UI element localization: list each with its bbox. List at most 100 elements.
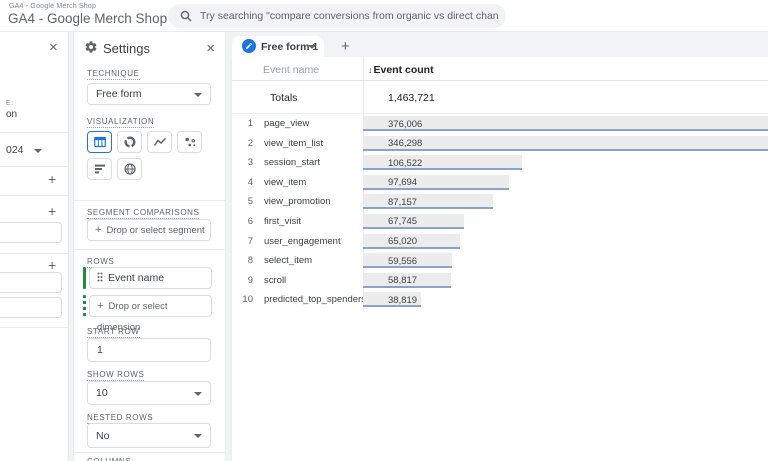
row-event-name: user_engagement [264,235,341,247]
viz-scatter-button[interactable] [177,131,202,153]
row-histogram-bar [363,116,768,131]
dimension-drop-indicator [83,295,86,317]
row-event-name: select_item [264,255,313,267]
chevron-down-icon[interactable] [308,45,316,49]
drag-handle-icon[interactable] [97,269,103,290]
chevron-down-icon [194,434,202,438]
viz-table-button[interactable] [87,131,112,153]
header-divider [232,80,768,81]
divider [74,249,225,250]
columns-label: COLUMNS [87,457,131,461]
dimension-drop-target[interactable]: + Drop or select dimension [89,295,212,333]
metric-chip[interactable] [0,272,62,293]
row-index: 4 [247,176,253,188]
row-value: 65,020 [388,236,418,248]
add-dimension-button[interactable]: + [48,204,56,218]
row-metric-cell: 346,298 [363,135,768,155]
viz-donut-button[interactable] [117,131,142,153]
ga4-explorations-screen: GA4 - Google Merch Shop GA4 - Google Mer… [0,0,768,461]
close-icon[interactable]: × [206,41,215,56]
dimension-column-header[interactable]: Event name [263,64,319,76]
property-name[interactable]: GA4 - Google Merch Shop [8,11,167,26]
technique-select[interactable]: Free form [87,83,211,105]
row-event-name: view_item [264,176,307,188]
row-value: 59,556 [388,255,418,267]
row-event-name: predicted_top_spenders [264,294,366,306]
table-row[interactable]: 8 select_item 59,556 [232,252,768,272]
row-event-name: view_promotion [264,196,331,208]
table-row[interactable]: 10 predicted_top_spenders 38,819 [232,291,768,311]
plus-icon: + [95,224,102,236]
add-segment-button[interactable]: + [48,172,56,186]
table-row[interactable]: 5 view_promotion 87,157 [232,193,768,213]
divider [74,200,225,201]
search-bar[interactable] [168,4,506,28]
viz-geo-button[interactable] [117,158,142,180]
row-metric-cell: 67,745 [363,213,768,233]
row-metric-cell: 58,817 [363,272,768,292]
row-index: 6 [247,215,253,227]
gear-icon [84,40,98,59]
add-tab-button[interactable]: + [341,38,350,55]
row-event-name: page_view [264,118,310,129]
nested-rows-select[interactable]: No [87,423,211,448]
metric-header-label: Event count [373,64,434,76]
viz-bar-button[interactable] [87,158,112,180]
row-metric-cell: 65,020 [363,233,768,253]
totals-label: Totals [270,92,298,104]
show-rows-label: SHOW ROWS [87,370,145,381]
totals-divider [232,113,768,114]
row-dimension-chip[interactable]: Event name [89,267,212,289]
divider [0,132,68,133]
row-metric-cell: 59,556 [363,252,768,272]
row-histogram-bar [363,194,493,210]
table-icon [93,136,106,148]
exploration-name-fragment: on [6,109,18,120]
row-index: 9 [247,274,253,286]
row-value: 38,819 [388,294,418,306]
sort-descending-icon: ↓ [368,65,373,75]
divider [74,452,225,453]
donut-chart-icon [123,136,136,148]
row-index: 7 [247,235,253,247]
divider [0,253,68,254]
row-value: 97,694 [388,177,418,189]
table-row[interactable]: 1 page_view 376,006 [232,115,768,135]
scatter-chart-icon [184,137,195,147]
dimension-chip[interactable] [0,222,62,243]
show-rows-value: 10 [96,387,108,399]
table-row[interactable]: 3 session_start 106,522 [232,154,768,174]
viz-line-button[interactable] [147,131,172,153]
row-event-name: first_visit [264,215,301,227]
table-row[interactable]: 6 first_visit 67,745 [232,213,768,233]
start-row-label: START ROW [87,327,140,338]
show-rows-select[interactable]: 10 [87,381,211,405]
table-row[interactable]: 9 scroll 58,817 [232,272,768,292]
row-event-name: session_start [264,157,320,169]
bar-chart-icon [94,164,105,174]
visualization-label: VISUALIZATION [87,117,155,128]
start-row-input[interactable]: 1 [87,338,211,362]
date-range-fragment[interactable]: 024 [6,144,24,156]
table-row[interactable]: 4 view_item 97,694 [232,174,768,194]
close-icon[interactable]: × [49,40,58,55]
table-row[interactable]: 7 user_engagement 65,020 [232,233,768,253]
search-input[interactable] [200,4,498,28]
segment-drop-target[interactable]: + Drop or select segment [87,219,211,241]
row-value: 67,745 [388,216,418,228]
chevron-down-icon[interactable] [34,149,42,153]
metric-chip[interactable] [0,297,62,318]
row-histogram-bar [363,174,509,190]
top-bar: GA4 - Google Merch Shop GA4 - Google Mer… [0,0,768,32]
row-event-name: scroll [264,274,287,286]
row-metric-cell: 106,522 [363,154,768,174]
chevron-down-icon [194,93,202,97]
add-metric-button[interactable]: + [48,258,56,272]
tab-free-form-1[interactable]: Free form 1 [232,36,324,57]
row-index: 10 [242,294,253,306]
metric-column-header[interactable]: ↓Event count [368,64,434,76]
row-dimension-label: Event name [108,272,165,284]
table-row[interactable]: 2 view_item_list 346,298 [232,135,768,155]
row-value: 346,298 [388,138,423,150]
edit-pencil-icon [242,39,256,53]
